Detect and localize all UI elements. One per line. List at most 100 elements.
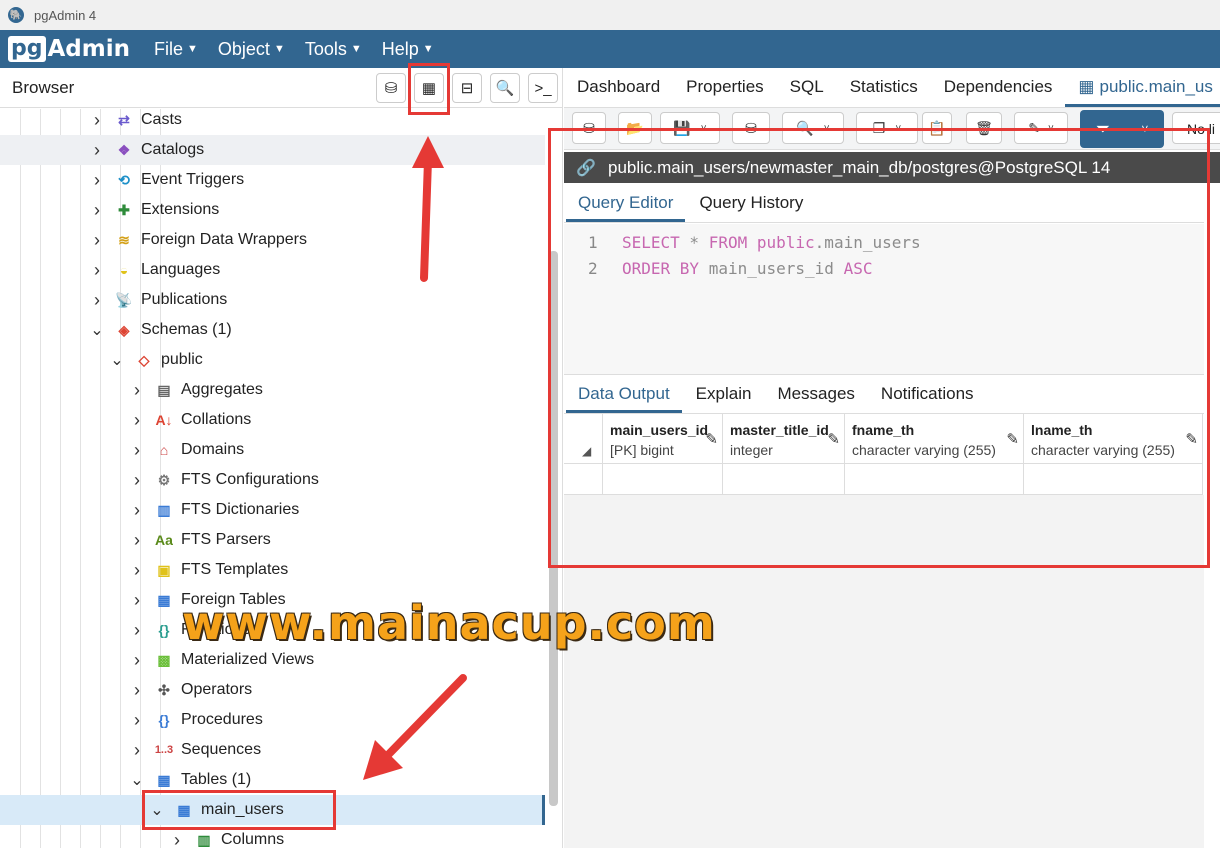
column-name: master_title_id xyxy=(730,422,829,438)
tab-query-history[interactable]: Query History xyxy=(687,193,815,222)
chevron-right-icon[interactable]: › xyxy=(130,590,144,611)
database-button[interactable]: ⛁ xyxy=(572,112,606,144)
chevron-right-icon[interactable]: › xyxy=(130,560,144,581)
column-name: lname_th xyxy=(1031,422,1093,438)
tree-item[interactable]: › ≋ Foreign Data Wrappers xyxy=(0,225,545,255)
delete-button[interactable]: 🗑 xyxy=(966,112,1002,144)
column-header[interactable]: lname_th character varying (255) ✎ xyxy=(1024,414,1203,464)
row-limit-select[interactable]: No li xyxy=(1172,112,1220,144)
languages-icon: ◒ xyxy=(119,262,129,278)
menu-file[interactable]: File ▼ xyxy=(154,39,198,60)
tree-item[interactable]: › 1..3 Sequences xyxy=(0,735,545,765)
save-button[interactable]: 💾 ˅ xyxy=(660,112,720,144)
tree-item[interactable]: › ⚙ FTS Configurations xyxy=(0,465,545,495)
new-connection-button[interactable]: ⛁ xyxy=(732,112,770,144)
tree-item[interactable]: › ▥ FTS Dictionaries xyxy=(0,495,545,525)
tab-messages[interactable]: Messages xyxy=(765,384,866,413)
tree-item[interactable]: › 📡 Publications xyxy=(0,285,545,315)
chevron-right-icon[interactable]: › xyxy=(130,410,144,431)
tree-scrollbar[interactable] xyxy=(549,251,558,806)
chevron-down-icon[interactable]: ⌄ xyxy=(150,800,164,820)
chevron-right-icon[interactable]: › xyxy=(130,680,144,701)
open-file-button[interactable]: 📂 xyxy=(618,112,652,144)
pencil-icon: ✎ xyxy=(1006,431,1019,448)
column-header[interactable]: fname_th character varying (255) ✎ xyxy=(845,414,1024,464)
tree-item[interactable]: ⌄ ◇ public xyxy=(0,345,545,375)
menu-object[interactable]: Object ▼ xyxy=(218,39,285,60)
view-data-button[interactable]: ▦ xyxy=(414,73,444,103)
tree-item[interactable]: › ✚ Extensions xyxy=(0,195,545,225)
tab-query-main-users[interactable]: ▦ public.main_us xyxy=(1065,77,1220,107)
tree-item-label: Columns xyxy=(221,831,285,848)
tree-item[interactable]: ⌄ ▦ main_users xyxy=(0,795,545,825)
chevron-right-icon[interactable]: › xyxy=(90,290,104,311)
column-header[interactable]: master_title_id integer ✎ xyxy=(723,414,845,464)
edit-button[interactable]: ✎ ˅ xyxy=(1014,112,1068,144)
tab-dependencies[interactable]: Dependencies xyxy=(931,77,1066,107)
chevron-down-icon[interactable]: ⌄ xyxy=(110,350,124,370)
copy-button[interactable]: ❐ ˅ xyxy=(856,112,918,144)
tree-item-label: main_users xyxy=(201,801,284,818)
tree-item[interactable]: ⌄ ◈ Schemas (1) xyxy=(0,315,545,345)
chevron-right-icon[interactable]: › xyxy=(90,230,104,251)
grid-cell[interactable] xyxy=(723,464,845,495)
tree-item[interactable]: ⌄ ▦ Tables (1) xyxy=(0,765,545,795)
browser-title: Browser xyxy=(12,77,75,97)
tree-item[interactable]: › ⌂ Domains xyxy=(0,435,545,465)
chevron-down-icon[interactable]: ⌄ xyxy=(90,320,104,340)
tab-data-output[interactable]: Data Output xyxy=(566,384,682,413)
chevron-right-icon[interactable]: › xyxy=(130,620,144,641)
psql-tool-button[interactable]: >_ xyxy=(528,73,558,103)
tree-item[interactable]: › ▣ FTS Templates xyxy=(0,555,545,585)
grid-cell[interactable] xyxy=(603,464,723,495)
find-button[interactable]: 🔍 ˅ xyxy=(782,112,844,144)
chevron-right-icon[interactable]: › xyxy=(130,470,144,491)
chevron-right-icon[interactable]: › xyxy=(130,740,144,761)
chevron-right-icon[interactable]: › xyxy=(170,830,184,848)
tree-item[interactable]: › Aa FTS Parsers xyxy=(0,525,545,555)
query-tool-button[interactable]: ⛁ xyxy=(376,73,406,103)
chevron-right-icon[interactable]: › xyxy=(130,380,144,401)
paste-button[interactable]: 📋 xyxy=(922,112,952,144)
tree-item[interactable]: › ◒ Languages xyxy=(0,255,545,285)
tree-item[interactable]: › ⟲ Event Triggers xyxy=(0,165,545,195)
tab-notifications[interactable]: Notifications xyxy=(869,384,986,413)
tree-item[interactable]: › A↓ Collations xyxy=(0,405,545,435)
tree-item[interactable]: › ▤ Aggregates xyxy=(0,375,545,405)
column-header[interactable]: main_users_id [PK] bigint ✎ xyxy=(603,414,723,464)
chevron-right-icon[interactable]: › xyxy=(90,140,104,161)
search-objects-button[interactable]: 🔍 xyxy=(490,73,520,103)
tree-item[interactable]: › ✣ Operators xyxy=(0,675,545,705)
chevron-right-icon[interactable]: › xyxy=(90,200,104,221)
chevron-right-icon[interactable]: › xyxy=(130,530,144,551)
tab-dashboard[interactable]: Dashboard xyxy=(564,77,673,107)
tree-item[interactable]: › ⇄ Casts xyxy=(0,109,545,135)
grid-cell[interactable] xyxy=(1024,464,1203,495)
chevron-right-icon[interactable]: › xyxy=(90,260,104,281)
menu-tools[interactable]: Tools ▼ xyxy=(305,39,362,60)
sql-editor[interactable]: 1 2 SELECT * FROM public.main_users ORDE… xyxy=(564,224,1204,374)
menu-help[interactable]: Help ▼ xyxy=(382,39,434,60)
chevron-right-icon[interactable]: › xyxy=(130,440,144,461)
chevron-right-icon[interactable]: › xyxy=(130,500,144,521)
row-header[interactable] xyxy=(564,464,603,495)
select-all-corner[interactable]: ◢ xyxy=(564,414,603,464)
tab-statistics[interactable]: Statistics xyxy=(837,77,931,107)
tree-item[interactable]: › ▥ Columns xyxy=(0,825,545,848)
chevron-right-icon[interactable]: › xyxy=(130,650,144,671)
filtered-rows-button[interactable]: ⊟ xyxy=(452,73,482,103)
chevron-down-icon[interactable]: ⌄ xyxy=(130,770,144,790)
filter-button[interactable]: ⏷ ˅ xyxy=(1080,110,1164,148)
grid-cell[interactable] xyxy=(845,464,1024,495)
connection-link-icon[interactable]: 🔗 xyxy=(564,158,608,178)
chevron-down-icon: ▼ xyxy=(350,43,362,55)
tree-item[interactable]: › ❖ Catalogs xyxy=(0,135,545,165)
tab-properties[interactable]: Properties xyxy=(673,77,776,107)
chevron-right-icon[interactable]: › xyxy=(90,110,104,131)
chevron-right-icon[interactable]: › xyxy=(90,170,104,191)
chevron-right-icon[interactable]: › xyxy=(130,710,144,731)
tree-item[interactable]: › {} Procedures xyxy=(0,705,545,735)
tab-sql[interactable]: SQL xyxy=(777,77,837,107)
tab-query-editor[interactable]: Query Editor xyxy=(566,193,686,222)
tab-explain[interactable]: Explain xyxy=(684,384,764,413)
